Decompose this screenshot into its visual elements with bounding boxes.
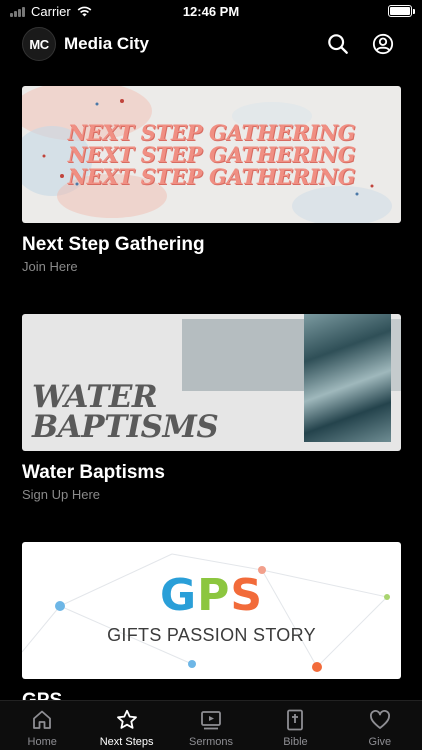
status-time: 12:46 PM [182,4,240,19]
user-circle-icon [372,33,394,55]
tab-label: Give [368,736,392,748]
home-icon [33,710,52,729]
card-water-baptisms[interactable]: WATER BAPTISMS Water Baptisms Sign Up He… [22,314,401,503]
gps-banner[interactable]: GPS GIFTS PASSION STORY [22,542,401,679]
next-step-gathering-banner[interactable]: NEXT STEP GATHERING NEXT STEP GATHERING … [22,86,401,223]
banner-line: WATER [32,379,158,415]
tab-next-steps[interactable]: Next Steps [84,701,168,750]
card-subtitle: Join Here [22,259,78,274]
status-bar: Carrier 12:46 PM [0,0,422,24]
tab-bar: Home Next Steps Sermons Bible Give [0,700,422,750]
bible-icon [287,709,304,731]
video-icon [201,711,221,730]
heart-icon [369,710,390,729]
card-subtitle: Sign Up Here [22,487,101,502]
banner-headline: NEXT STEP GATHERING NEXT STEP GATHERING … [22,122,401,188]
banner-line: NEXT STEP GATHERING [67,120,356,145]
banner-line: NEXT STEP GATHERING [67,164,356,189]
profile-button[interactable] [369,30,397,58]
battery-fill [390,7,410,15]
tab-label: Next Steps [99,736,154,748]
banner-headline: WATER BAPTISMS [32,379,219,445]
search-button[interactable] [324,30,352,58]
gps-letter-g: G [159,570,198,621]
tab-give[interactable]: Give [338,701,422,750]
app-title: Media City [64,34,150,53]
battery-icon [388,5,415,17]
water-baptisms-banner[interactable]: WATER BAPTISMS [22,314,401,451]
tab-label: Bible [283,736,308,748]
card-title: Next Step Gathering [22,234,205,255]
tab-label: Home [27,736,57,748]
tab-bible[interactable]: Bible [253,701,337,750]
gps-letter-p: P [197,570,231,621]
star-icon [116,709,137,729]
tab-sermons[interactable]: Sermons [169,701,253,750]
gray-block [182,319,307,391]
app-logo[interactable]: MC [22,27,56,61]
gps-letter-s: S [230,570,264,621]
banner-line: NEXT STEP GATHERING [67,142,356,167]
search-icon [328,34,348,54]
gps-logo: GPS [22,572,401,620]
banner-line: BAPTISMS [32,409,219,445]
tab-label: Sermons [189,736,234,748]
card-title: Water Baptisms [22,462,165,483]
card-next-step-gathering[interactable]: NEXT STEP GATHERING NEXT STEP GATHERING … [22,86,401,275]
water-photo [304,314,391,442]
card-gps[interactable]: GPS GIFTS PASSION STORY GPS [22,542,401,713]
app-header: MC Media City [0,24,422,64]
tab-home[interactable]: Home [0,701,84,750]
gps-tagline: GIFTS PASSION STORY [107,625,316,645]
